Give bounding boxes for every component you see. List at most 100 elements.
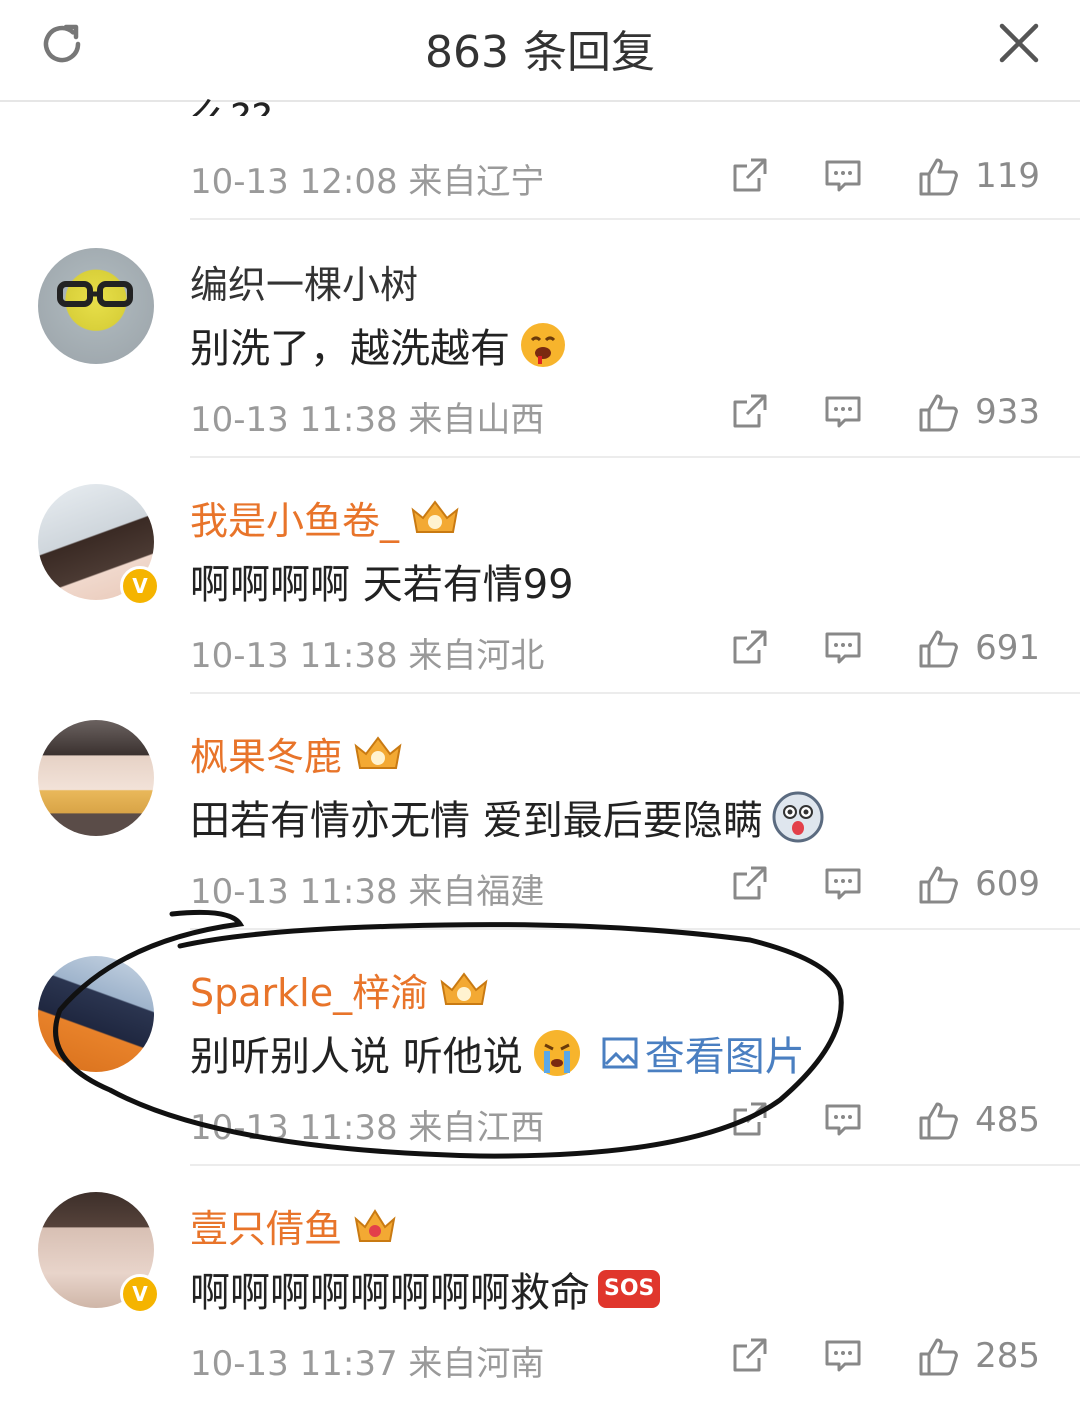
- comment-username[interactable]: 我是小鱼卷_: [190, 490, 461, 545]
- comment-text: 田若有情亦无情 爱到最后要隐瞒: [190, 788, 825, 846]
- close-icon[interactable]: [996, 20, 1042, 66]
- like-count: 285: [975, 1336, 1040, 1376]
- comment-button[interactable]: [823, 1336, 863, 1376]
- comment-actions: 485: [729, 1098, 1040, 1142]
- comment-meta: 10-13 11:38 来自江西: [190, 1108, 545, 1148]
- image-icon: [602, 1037, 638, 1069]
- comment-text: 啊啊啊啊啊啊啊啊救命 SOS: [190, 1260, 661, 1318]
- avatar[interactable]: [38, 720, 154, 836]
- comment-meta: 10-13 11:37 来自河南: [190, 1344, 545, 1384]
- comment-username[interactable]: 壹只倩鱼: [190, 1198, 398, 1253]
- comment-button[interactable]: [823, 392, 863, 432]
- partial-comment-text: 么??: [190, 86, 272, 116]
- comment-text: 啊啊啊啊 天若有情99: [190, 552, 574, 610]
- comment-actions: 609: [729, 862, 1040, 906]
- avatar[interactable]: [38, 956, 154, 1072]
- comment-text: 别听别人说 听他说 查看图片: [190, 1024, 805, 1082]
- like-button[interactable]: 691: [917, 626, 1040, 670]
- comment-username[interactable]: Sparkle_梓渝: [190, 962, 490, 1017]
- comment-icon: [825, 1340, 861, 1372]
- share-button[interactable]: [729, 864, 769, 904]
- like-button[interactable]: 609: [917, 862, 1040, 906]
- share-icon: [733, 158, 767, 192]
- comment-text-content: 田若有情亦无情 爱到最后要隐瞒: [190, 798, 763, 844]
- comment-actions: 933: [729, 390, 1040, 434]
- username-text: 我是小鱼卷_: [190, 499, 400, 543]
- share-button[interactable]: [729, 1100, 769, 1140]
- like-button[interactable]: 119: [917, 154, 1040, 198]
- comment-icon: [825, 868, 861, 900]
- divider: [190, 218, 1080, 220]
- comment-username[interactable]: 编织一棵小树: [190, 254, 418, 309]
- thumbs-up-icon: [919, 866, 958, 904]
- share-icon: [733, 1338, 767, 1372]
- verified-badge-icon: V: [120, 566, 160, 606]
- like-button[interactable]: 933: [917, 390, 1040, 434]
- share-icon: [733, 394, 767, 428]
- thumbs-up-icon: [919, 630, 958, 668]
- comment-actions: 691: [729, 626, 1040, 670]
- hand-drawn-circle-annotation: [53, 909, 844, 1159]
- like-count: 691: [975, 628, 1040, 668]
- page-title: 863 条回复: [425, 27, 655, 78]
- comment-icon: [825, 160, 861, 192]
- thumbs-up-icon: [919, 1102, 958, 1140]
- comment-button[interactable]: [823, 156, 863, 196]
- drooling-emoji-icon: [521, 323, 565, 367]
- avatar[interactable]: [38, 248, 154, 364]
- comment-actions: 285: [729, 1334, 1040, 1378]
- crown-badge-icon: [411, 499, 459, 533]
- username-text: 编织一棵小树: [190, 263, 419, 307]
- crown-badge-icon: [354, 735, 402, 769]
- comment-meta: 10-13 11:38 来自河北: [190, 636, 545, 676]
- crown-badge-icon: [354, 1208, 396, 1242]
- comment-meta: 10-13 11:38 来自福建: [190, 872, 545, 912]
- verified-badge-icon: V: [120, 1274, 160, 1314]
- crown-badge-icon: [440, 971, 488, 1005]
- comment-button[interactable]: [823, 1100, 863, 1140]
- comment-meta: 10-13 11:38 来自山西: [190, 400, 545, 440]
- thumbs-up-icon: [919, 158, 958, 196]
- username-text: 枫果冬鹿: [190, 735, 343, 779]
- username-text: Sparkle_梓渝: [190, 971, 429, 1015]
- comment-icon: [825, 632, 861, 664]
- header-bar: 863 条回复: [0, 0, 1080, 102]
- share-icon: [733, 630, 767, 664]
- share-icon: [733, 1102, 767, 1136]
- comment-icon: [825, 1104, 861, 1136]
- like-count: 485: [975, 1100, 1040, 1140]
- thumbs-up-icon: [919, 1338, 958, 1376]
- divider: [190, 692, 1080, 694]
- like-count: 119: [975, 156, 1040, 196]
- comment-text-content: 别洗了，越洗越有: [190, 326, 510, 372]
- username-text: 壹只倩鱼: [190, 1207, 343, 1251]
- crying-emoji-icon: [533, 1030, 580, 1076]
- like-button[interactable]: 285: [917, 1334, 1040, 1378]
- share-button[interactable]: [729, 392, 769, 432]
- comment-meta: 10-13 12:08 来自辽宁: [190, 162, 545, 202]
- view-image-label: 查看图片: [644, 1034, 805, 1080]
- comment-button[interactable]: [823, 864, 863, 904]
- comment-username[interactable]: 枫果冬鹿: [190, 726, 404, 781]
- husky-emoji-icon: [772, 791, 824, 843]
- like-count: 933: [975, 392, 1040, 432]
- share-button[interactable]: [729, 628, 769, 668]
- comment-text: 别洗了，越洗越有: [190, 316, 568, 374]
- sos-emoji-icon: SOS: [598, 1270, 661, 1308]
- view-image-link[interactable]: 查看图片: [601, 1024, 805, 1082]
- share-button[interactable]: [729, 1336, 769, 1376]
- avatar-glasses-icon: [57, 281, 133, 307]
- comment-button[interactable]: [823, 628, 863, 668]
- like-button[interactable]: 485: [917, 1098, 1040, 1142]
- divider: [190, 1164, 1080, 1166]
- share-icon: [733, 866, 767, 900]
- divider: [190, 928, 1080, 930]
- comment-text-content: 别听别人说 听他说: [190, 1034, 523, 1080]
- comment-text-content: 啊啊啊啊啊啊啊啊救命: [190, 1270, 590, 1316]
- comment-icon: [825, 396, 861, 428]
- like-count: 609: [975, 864, 1040, 904]
- thumbs-up-icon: [919, 394, 958, 432]
- comment-text-content: 啊啊啊啊 天若有情99: [190, 562, 574, 608]
- share-button[interactable]: [729, 156, 769, 196]
- comment-actions: 119: [729, 154, 1040, 198]
